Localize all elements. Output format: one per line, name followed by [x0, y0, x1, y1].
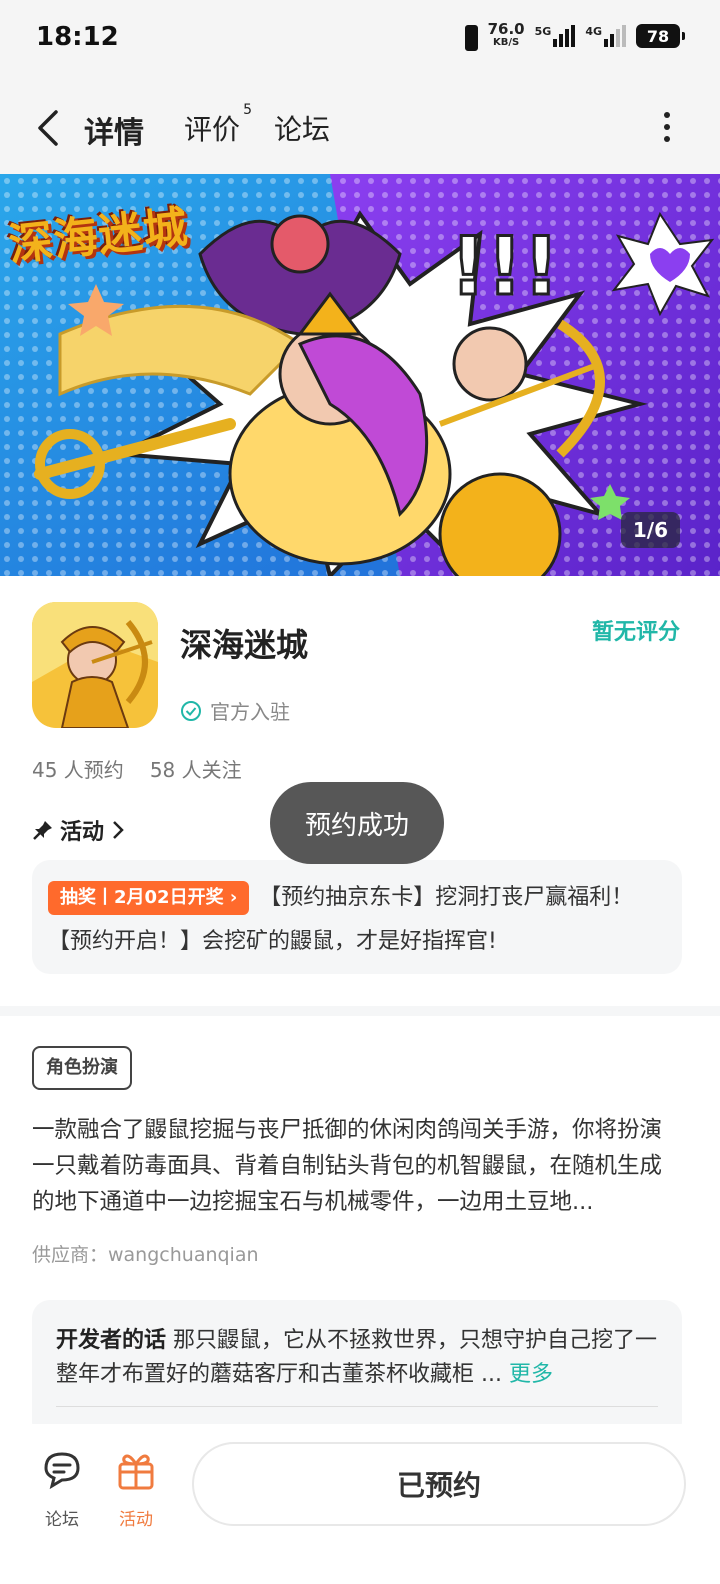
- network-speed: 76.0 KB/S: [488, 22, 525, 50]
- svg-text:!!!: !!!: [450, 220, 559, 313]
- status-bar: 18:12 76.0 KB/S 5G 4G 78: [0, 0, 720, 80]
- tab-forum-label: 论坛: [274, 113, 331, 146]
- lottery-badge: 抽奖丨2月02日开奖 ›: [48, 881, 250, 915]
- reservation-count: 45 人预约: [32, 758, 124, 782]
- bottom-forum-button[interactable]: 论坛: [32, 1448, 92, 1530]
- genre-tag[interactable]: 角色扮演: [32, 1046, 132, 1090]
- tab-detail-label: 详情: [84, 116, 144, 151]
- tab-forum[interactable]: 论坛: [274, 108, 330, 148]
- developer-more-link[interactable]: 更多: [509, 1362, 553, 1387]
- speed-unit: KB/S: [493, 37, 520, 48]
- bottom-activity-label: 活动: [119, 1510, 153, 1530]
- bottom-forum-label: 论坛: [45, 1510, 79, 1530]
- forum-chat-icon: [44, 1452, 80, 1490]
- follower-count: 58 人关注: [149, 758, 242, 782]
- supplier-info: 供应商：wangchuanqian: [32, 1244, 259, 1266]
- bottom-activity-button[interactable]: 活动: [106, 1448, 166, 1530]
- game-description[interactable]: 一款融合了鼹鼠挖掘与丧尸抵御的休闲肉鸽闯关手游，你将扮演一只戴着防毒面具、背着自…: [32, 1112, 682, 1220]
- net1-label: 5G: [534, 25, 552, 38]
- lottery-badge-label: 抽奖丨2月02日开奖: [60, 887, 224, 908]
- app-stats: 45 人预约 58 人关注: [32, 754, 242, 783]
- signal-4g-icon: 4G: [585, 25, 626, 47]
- bottom-action-bar: 论坛 活动 已预约: [0, 1424, 720, 1584]
- status-icons: 76.0 KB/S 5G 4G 78: [460, 22, 685, 51]
- more-options-icon[interactable]: [662, 112, 672, 142]
- activity-section-header[interactable]: 活动: [32, 814, 126, 846]
- app-name: 深海迷城: [180, 626, 309, 664]
- banner-page-counter: 1/6: [620, 512, 680, 548]
- signal-5g-icon: 5G: [535, 25, 576, 47]
- activity-heading: 活动: [60, 820, 105, 845]
- activity-card[interactable]: 抽奖丨2月02日开奖 › 【预约抽京东卡】挖洞打丧尸赢福利！【预约开启！】会挖矿的…: [32, 860, 682, 974]
- reservation-success-toast: 预约成功: [270, 782, 444, 864]
- tab-review[interactable]: 评价 5: [184, 102, 252, 148]
- official-badge: 官方入驻: [180, 696, 290, 725]
- back-arrow-icon[interactable]: [34, 108, 64, 148]
- app-icon: [32, 602, 158, 728]
- reserved-button[interactable]: 已预约: [192, 1442, 686, 1526]
- chevron-right-icon: [113, 821, 124, 839]
- developer-label: 开发者的话: [56, 1328, 167, 1353]
- top-nav: 详情 评价 5 论坛: [0, 80, 720, 174]
- rating-status: 暂无评分: [591, 620, 680, 645]
- developer-card-divider: [56, 1406, 658, 1407]
- tab-detail[interactable]: 详情: [82, 108, 150, 152]
- section-divider: [0, 1006, 720, 1016]
- review-count-badge: 5: [243, 102, 253, 118]
- developer-notes-card[interactable]: 开发者的话 那只鼹鼠，它从不拯救世界，只想守护自己挖了一整年才布置好的蘑菇客厅和…: [32, 1300, 682, 1440]
- net2-label: 4G: [585, 25, 602, 38]
- pin-icon: [33, 821, 52, 840]
- verified-check-icon: [181, 700, 201, 721]
- official-label: 官方入驻: [210, 700, 290, 724]
- gift-icon: [118, 1454, 154, 1490]
- battery-icon: 78: [636, 24, 685, 48]
- status-time: 18:12: [36, 22, 119, 52]
- vibrate-icon: [460, 24, 478, 51]
- banner-carousel[interactable]: !!! 深海迷城 1/6: [0, 174, 720, 576]
- tab-review-label: 评价: [184, 113, 241, 146]
